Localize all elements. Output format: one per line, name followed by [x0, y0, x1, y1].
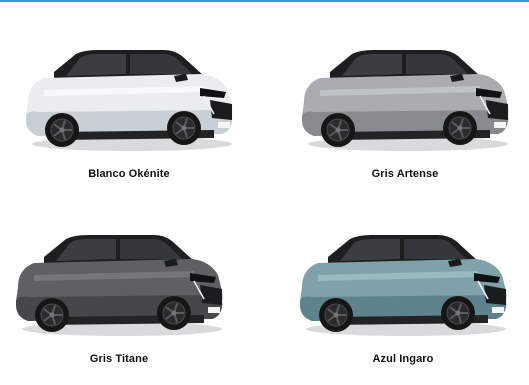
- car-image: [300, 235, 507, 336]
- wheel-hub: [335, 127, 341, 133]
- wheel-hub: [181, 125, 187, 131]
- license-plate: [218, 122, 230, 128]
- color-label: Azul Ingaro: [372, 353, 434, 365]
- color-option-gris-titane[interactable]: Gris Titane: [4, 225, 234, 385]
- car-image: [302, 50, 509, 151]
- car-image: [16, 235, 223, 336]
- wheel-hub: [59, 127, 65, 133]
- color-label: Gris Artense: [371, 168, 439, 180]
- color-label: Blanco Okénite: [88, 168, 170, 180]
- wheel-hub: [333, 312, 339, 318]
- color-option-blanco-okenite[interactable]: Blanco Okénite: [14, 40, 244, 200]
- wheel-hub: [49, 312, 55, 318]
- license-plate: [494, 122, 506, 128]
- wheel-hub: [455, 310, 461, 316]
- license-plate: [492, 307, 504, 313]
- color-option-gris-artense[interactable]: Gris Artense: [290, 40, 520, 200]
- wheel-hub: [171, 310, 177, 316]
- wheel-hub: [457, 125, 463, 131]
- license-plate: [208, 307, 220, 313]
- color-option-azul-ingaro[interactable]: Azul Ingaro: [288, 225, 518, 385]
- color-label: Gris Titane: [89, 353, 149, 365]
- top-accent-rule: [0, 0, 529, 2]
- car-image: [26, 50, 233, 151]
